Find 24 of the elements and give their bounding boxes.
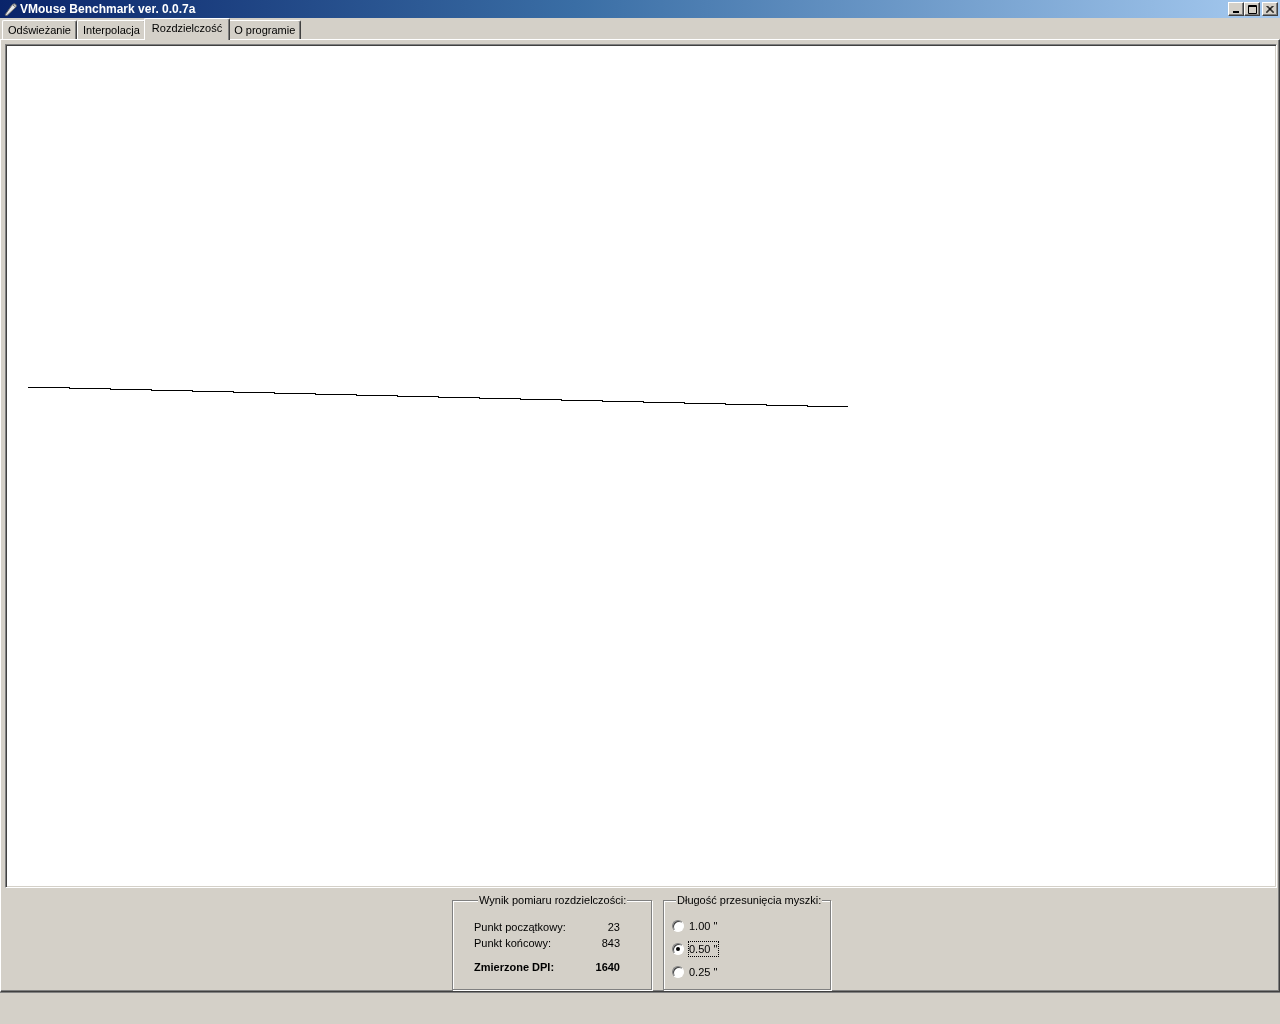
- mouse-icon: [3, 2, 17, 16]
- maximize-icon: [1247, 4, 1257, 14]
- result-value: 1640: [595, 960, 620, 975]
- radio-label: 1.00 ": [688, 918, 719, 934]
- maximize-button[interactable]: [1244, 2, 1260, 16]
- group-title: Wynik pomiaru rozdzielczości:: [478, 894, 628, 907]
- result-label: Punkt końcowy:: [474, 936, 552, 951]
- close-button[interactable]: [1262, 2, 1278, 16]
- result-label: Zmierzone DPI:: [474, 960, 555, 975]
- result-value: 843: [601, 936, 620, 951]
- tab[interactable]: Odświeżanie: [2, 20, 77, 39]
- tab[interactable]: O programie: [228, 20, 302, 39]
- window-title: VMouse Benchmark ver. 0.0.7a: [20, 2, 196, 16]
- result-value: 23: [607, 920, 620, 935]
- close-icon: [1266, 5, 1274, 13]
- radio-button[interactable]: [672, 919, 684, 932]
- group-title: Długość przesunięcia myszki:: [676, 894, 823, 907]
- tab[interactable]: Rozdzielczość: [143, 18, 231, 40]
- result-label: Punkt początkowy:: [474, 920, 566, 935]
- radio-label: 0.50 ": [688, 940, 720, 957]
- minimize-button[interactable]: [1228, 2, 1244, 16]
- tab[interactable]: Interpolacja: [77, 20, 146, 39]
- minimize-icon: [1232, 10, 1239, 13]
- radio-label: 0.25 ": [688, 964, 719, 980]
